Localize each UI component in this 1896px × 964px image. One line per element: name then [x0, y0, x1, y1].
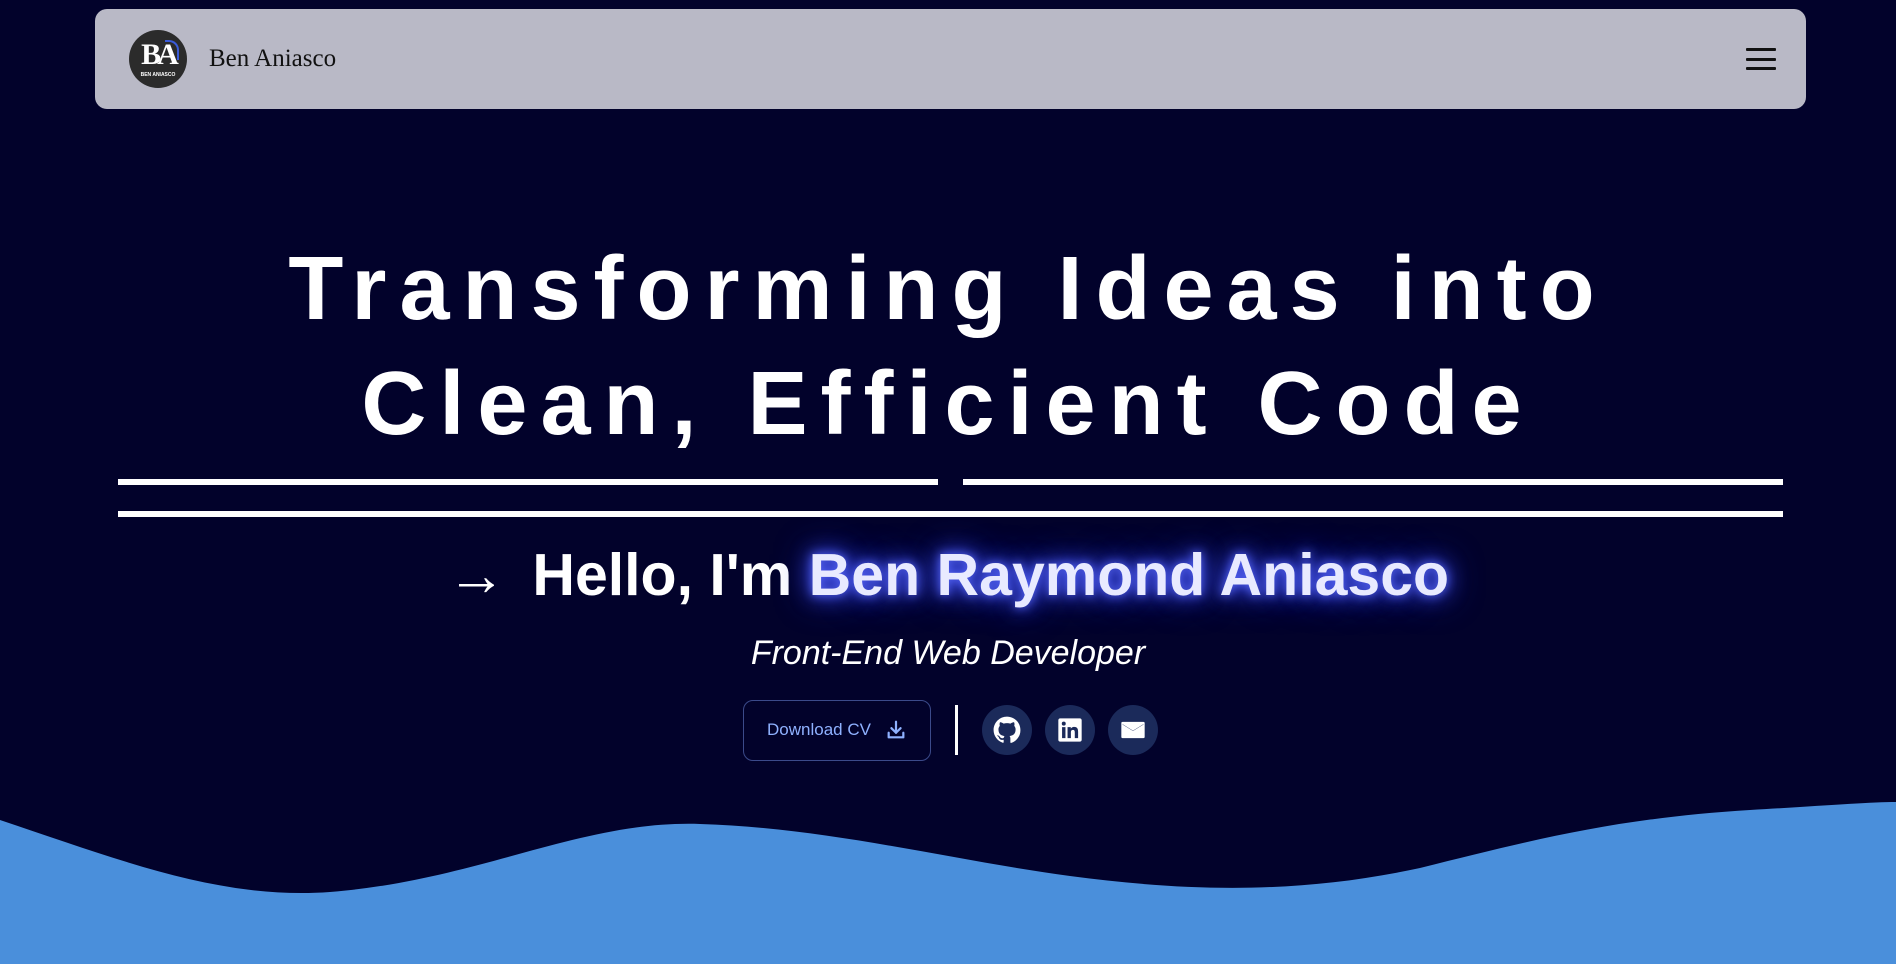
menu-bar	[1746, 57, 1776, 61]
linkedin-icon	[1058, 718, 1082, 742]
download-cv-button[interactable]: Download CV	[743, 699, 931, 761]
greeting: → Hello, I'm Ben Raymond Aniasco	[0, 540, 1896, 610]
menu-bar	[1746, 48, 1776, 51]
hero-actions: Download CV	[743, 699, 1171, 761]
download-cv-label: Download CV	[767, 720, 871, 739]
navbar: BA BEN ANIASCO Ben Aniasco	[95, 9, 1806, 109]
divider-line-left	[118, 479, 938, 485]
greeting-name: Ben Raymond Aniasco	[808, 542, 1450, 608]
logo-swoosh	[165, 40, 179, 60]
actions-divider	[955, 705, 958, 755]
logo[interactable]: BA BEN ANIASCO	[129, 30, 187, 88]
page: BA BEN ANIASCO Ben Aniasco Transforming …	[0, 0, 1896, 964]
divider-line-full	[118, 511, 1783, 517]
brand-name[interactable]: Ben Aniasco	[209, 45, 336, 73]
divider-line-right	[963, 479, 1783, 485]
linkedin-link[interactable]	[1045, 705, 1095, 755]
email-link[interactable]	[1108, 705, 1158, 755]
github-icon	[993, 716, 1021, 743]
mail-icon	[1121, 721, 1145, 739]
arrow-icon: →	[446, 542, 506, 608]
hero-headline: Transforming Ideas into Clean, Efficient…	[0, 232, 1896, 462]
role-subtitle: Front-End Web Developer	[750, 634, 1146, 672]
wave-background	[0, 802, 1896, 964]
menu-bar	[1746, 67, 1776, 70]
download-icon	[887, 720, 905, 739]
brand[interactable]: BA BEN ANIASCO Ben Aniasco	[129, 30, 336, 88]
headline-line-2: Clean, Efficient Code	[361, 354, 1535, 454]
headline-line-1: Transforming Ideas into	[288, 239, 1608, 339]
hamburger-menu-icon[interactable]	[1746, 48, 1776, 70]
logo-subtext: BEN ANIASCO	[140, 72, 176, 78]
github-link[interactable]	[982, 705, 1032, 755]
greeting-prefix: Hello, I'm	[532, 542, 793, 608]
